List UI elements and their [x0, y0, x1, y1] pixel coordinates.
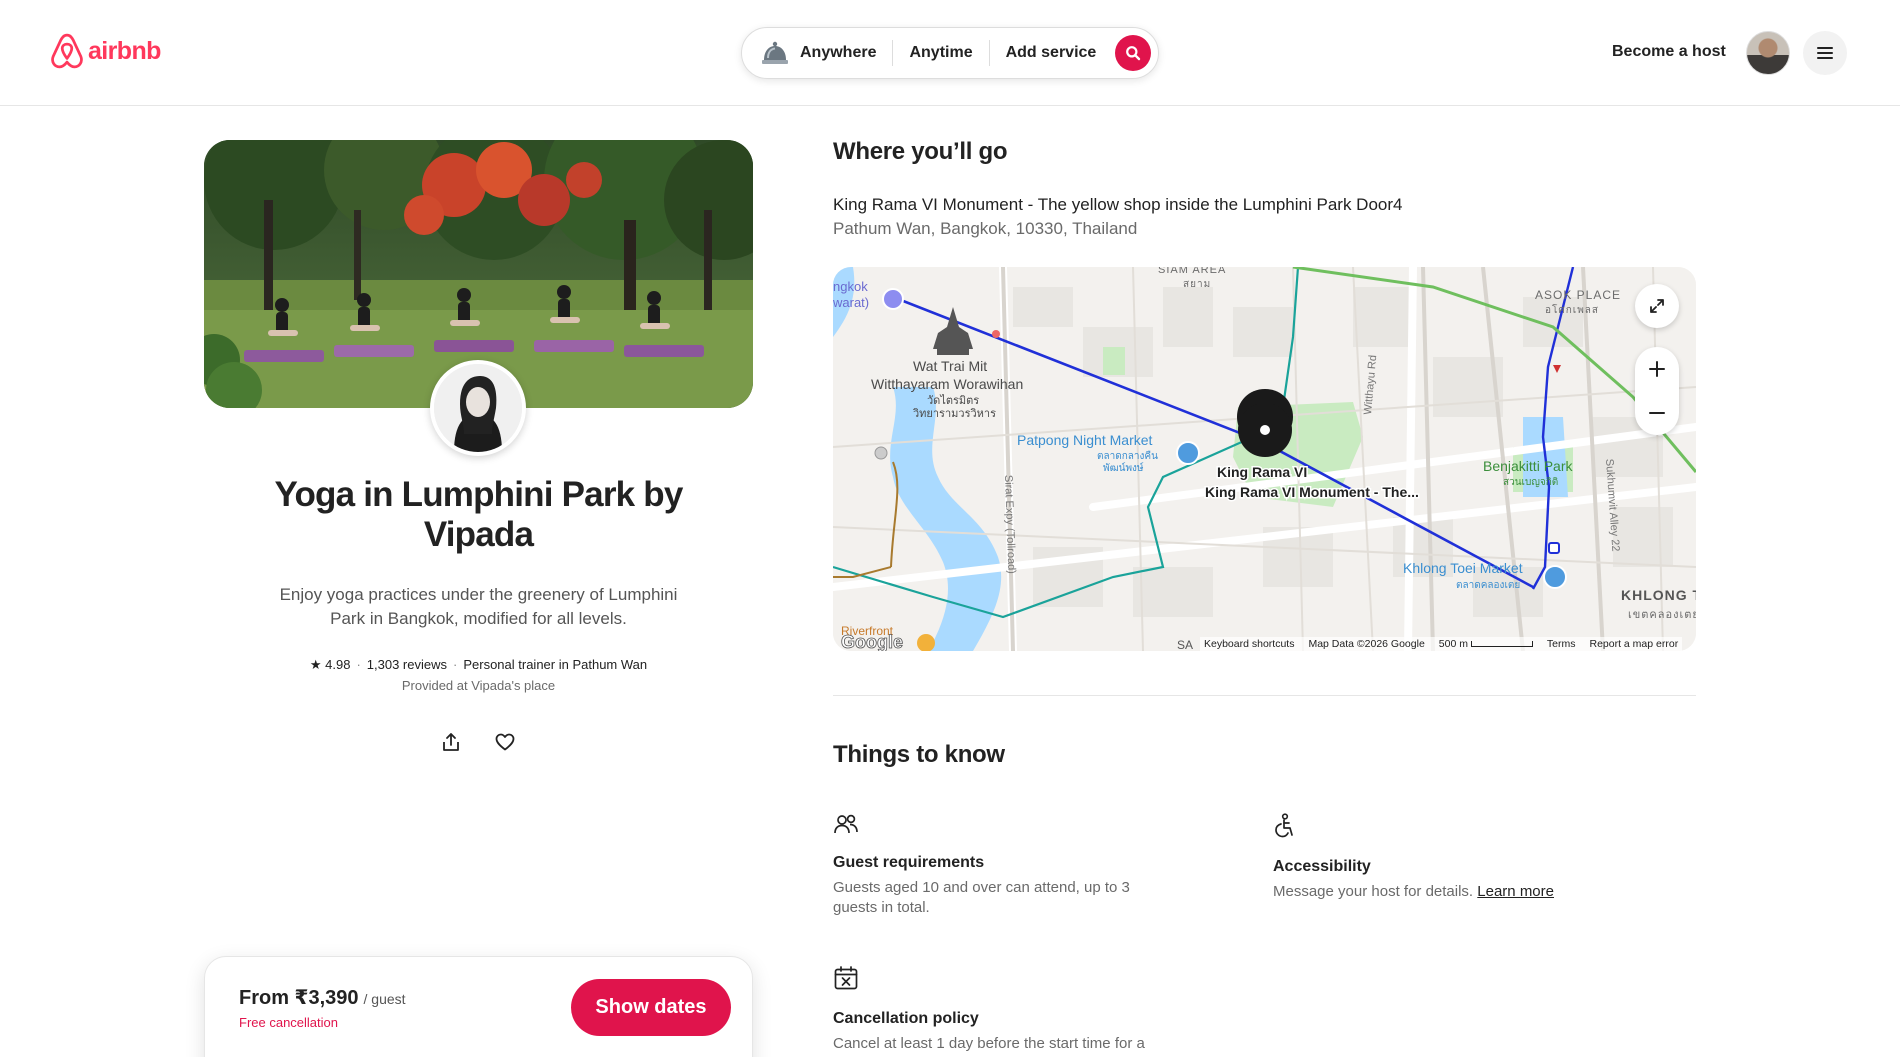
- map-canvas: SIAM AREA สยาม ASOK PLACE อโศกเพลส KHLON…: [833, 267, 1696, 651]
- map-scale: 500 m: [1439, 638, 1533, 650]
- minus-icon: [1649, 412, 1665, 414]
- map-label-bangkok-partial: ngkok: [833, 279, 868, 294]
- terms-link[interactable]: Terms: [1547, 638, 1576, 650]
- meeting-point-address: Pathum Wan, Bangkok, 10330, Thailand: [833, 219, 1138, 238]
- accessibility-icon: [1275, 813, 1293, 838]
- price-row: From ₹3,390/ guest: [239, 985, 406, 1010]
- search-where[interactable]: Anywhere: [760, 40, 892, 66]
- map-scale-label: 500 m: [1438, 638, 1468, 650]
- meeting-point-name: King Rama VI Monument - The yellow shop …: [833, 195, 1403, 214]
- search-icon: [1126, 46, 1141, 61]
- share-icon: [443, 733, 459, 751]
- map-label-asok-th: อโศกเพลส: [1545, 303, 1599, 316]
- rating: ★ 4.98: [309, 657, 351, 672]
- calendar-cancel-icon: [834, 966, 858, 990]
- search-where-label: Anywhere: [800, 44, 877, 61]
- cancellation-policy-label: Cancellation policy: [833, 1010, 979, 1027]
- price-unit: / guest: [363, 991, 406, 1007]
- map-zoom-in-button[interactable]: [1635, 347, 1679, 391]
- location-pin[interactable]: [1237, 389, 1293, 457]
- map-data-credit: Map Data ©2026 Google: [1308, 638, 1425, 650]
- map-label-khlong-toei: KHLONG TOEI: [1621, 587, 1696, 603]
- experience-title: Yoga in Lumphini Park by Vipada: [274, 475, 684, 554]
- section-divider: [833, 695, 1696, 696]
- guest-requirements-item: Guest requirements Guests aged 10 and ov…: [833, 813, 1173, 918]
- save-wishlist-button[interactable]: [489, 726, 521, 758]
- logo-text: airbnb: [88, 36, 161, 65]
- map-zoom-out-button[interactable]: [1635, 391, 1679, 435]
- map-attribution: Keyboard shortcuts Map Data ©2026 Google…: [1200, 637, 1683, 651]
- where-youll-go-heading: Where you’ll go: [833, 138, 1008, 165]
- search-bar[interactable]: Anywhere Anytime Add service: [741, 27, 1159, 79]
- price: From ₹3,390: [239, 987, 359, 1009]
- map-label-siam: SIAM AREA: [1158, 267, 1226, 276]
- svg-text:King Rama VI: King Rama VI: [1217, 464, 1307, 480]
- map-label-patpong-th2: พัฒน์พงษ์: [1103, 462, 1144, 474]
- accessibility-item: Accessibility Message your host for deta…: [1273, 813, 1613, 902]
- provided-at: Provided at Vipada's place: [401, 678, 556, 693]
- accessibility-text: Message your host for details.: [1273, 883, 1474, 900]
- map-label-siam-th: สยาม: [1183, 279, 1211, 290]
- search-button[interactable]: [1115, 35, 1151, 71]
- things-to-know-heading: Things to know: [833, 741, 1005, 768]
- map-label-benjakitti-th: สวนเบญจกิติ: [1503, 477, 1558, 488]
- share-button[interactable]: [435, 726, 467, 758]
- guest-requirements-label: Guest requirements: [833, 854, 985, 871]
- map-label-patpong: Patpong Night Market: [1017, 432, 1153, 448]
- map-label-witthayaram: Witthayaram Worawihan: [871, 376, 1023, 392]
- map-label-waratt-partial: warat): [833, 295, 869, 310]
- main-menu-button[interactable]: [1803, 31, 1847, 75]
- map-label-wat-th2: วิทยารามวรวิหาร: [912, 408, 996, 420]
- report-map-error-link[interactable]: Report a map error: [1589, 638, 1678, 650]
- free-cancellation-note: Free cancellation: [239, 1015, 338, 1030]
- cancellation-policy-text: Cancel at least 1 day before the start t…: [833, 1035, 1145, 1052]
- airbnb-logo[interactable]: airbnb: [50, 33, 161, 69]
- map-label-asok: ASOK PLACE: [1535, 288, 1621, 302]
- accessibility-text-row: Message your host for details. Learn mor…: [1273, 882, 1613, 902]
- map-label-sa: SA: [1177, 638, 1193, 651]
- keyboard-shortcuts-link[interactable]: Keyboard shortcuts: [1204, 638, 1294, 650]
- map-fullscreen-button[interactable]: [1635, 284, 1679, 328]
- user-avatar[interactable]: [1746, 31, 1790, 75]
- airbnb-logo-icon: [51, 33, 83, 69]
- learn-more-link[interactable]: Learn more: [1477, 883, 1554, 900]
- search-what[interactable]: Add service: [990, 40, 1113, 66]
- map-label-patpong-th: ตลาดกลางคืน: [1097, 450, 1158, 462]
- map-label-wat-trai-mit: Wat Trai Mit: [913, 358, 987, 374]
- location-map[interactable]: SIAM AREA สยาม ASOK PLACE อโศกเพลส KHLON…: [833, 267, 1696, 651]
- map-label-benjakitti: Benjakitti Park: [1483, 458, 1573, 474]
- host-portrait: [434, 364, 522, 452]
- host-avatar[interactable]: [430, 360, 526, 456]
- experience-meta: ★ 4.98 · 1,303 reviews · Personal trainer in…: [204, 657, 753, 673]
- map-label-wat-th1: วัดไตรมิตร: [927, 394, 979, 407]
- search-when[interactable]: Anytime: [893, 40, 988, 66]
- map-label-khlong-toei-th: เขตคลองเตย: [1628, 609, 1696, 621]
- accessibility-label: Accessibility: [1273, 858, 1371, 875]
- map-label-khlong-toei-market: Khlong Toei Market: [1403, 560, 1523, 576]
- map-zoom-controls: [1635, 347, 1679, 435]
- become-host-link[interactable]: Become a host: [1612, 43, 1726, 61]
- service-bell-icon: [762, 41, 788, 64]
- expand-icon: [1650, 299, 1664, 313]
- plus-icon: [1649, 361, 1665, 377]
- booking-card: From ₹3,390/ guest Free cancellation Sho…: [204, 956, 753, 1057]
- meta-separator: ·: [356, 657, 361, 672]
- google-logo: Google: [841, 632, 903, 651]
- top-header: airbnb Anywhere Anytime Add service Beco…: [0, 0, 1900, 106]
- reviews-link[interactable]: 1,303 reviews: [367, 657, 447, 672]
- hamburger-menu-icon: [1817, 47, 1833, 59]
- experience-description: Enjoy yoga practices under the greenery …: [279, 585, 678, 628]
- map-label-khlong-toei-market-th: ตลาดคลองเตย: [1456, 580, 1520, 591]
- search-when-label: Anytime: [909, 44, 973, 61]
- guest-requirements-text: Guests aged 10 and over can attend, up t…: [833, 879, 1130, 916]
- cancellation-policy-item: Cancellation policy Cancel at least 1 da…: [833, 965, 1213, 1054]
- search-what-label: Add service: [1005, 44, 1097, 61]
- heart-icon: [495, 733, 515, 751]
- meta-separator: ·: [453, 657, 458, 672]
- pin-label-full: King Rama VI Monument - The...: [1205, 484, 1419, 500]
- host-role: Personal trainer in Pathum Wan: [463, 657, 648, 672]
- guests-icon: [834, 814, 858, 834]
- map-scale-bar: [1470, 641, 1533, 648]
- show-dates-button[interactable]: Show dates: [571, 979, 731, 1036]
